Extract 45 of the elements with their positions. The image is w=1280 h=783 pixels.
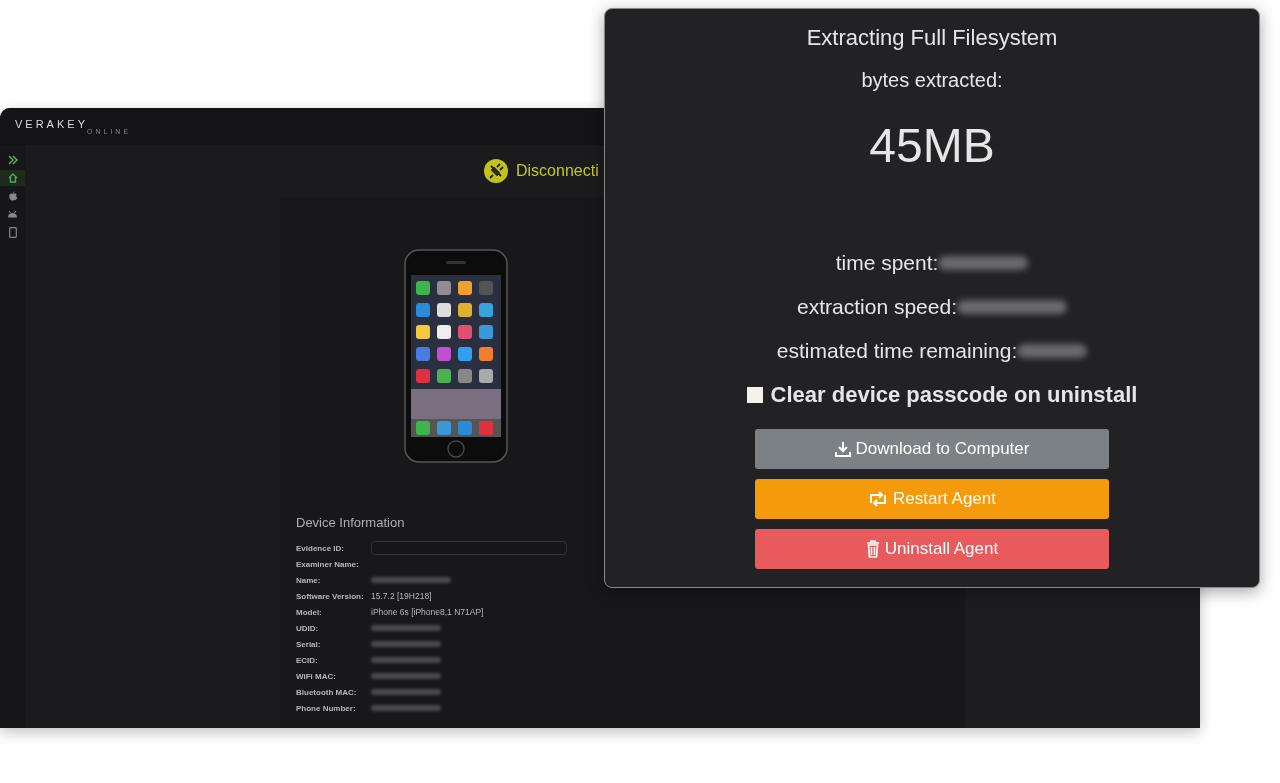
input-field[interactable]	[371, 541, 567, 555]
restart-button[interactable]: Restart Agent	[755, 479, 1109, 519]
bytes-value: 45MB	[869, 118, 995, 174]
redacted-value	[371, 705, 441, 711]
field-label: ECID:	[296, 655, 319, 665]
checkbox[interactable]	[746, 387, 763, 403]
android-icon	[7, 210, 18, 218]
double-chevron-icon	[7, 155, 18, 165]
redacted-value	[371, 657, 441, 663]
connection-status: Disconnecti	[516, 162, 599, 180]
redacted-value	[371, 641, 441, 647]
redacted-value	[1017, 344, 1088, 358]
field-label: Model:	[296, 607, 323, 617]
field-label: Name:	[296, 575, 322, 585]
field-label: Bluetooth MAC:	[296, 687, 358, 697]
download-button[interactable]: Download to Computer	[755, 429, 1109, 469]
field-label: UDID:	[296, 623, 320, 633]
field-label: Serial:	[296, 639, 322, 649]
dialog-title: Extracting Full Filesystem	[806, 24, 1058, 52]
checkbox-label: Clear device passcode on uninstall	[770, 382, 1138, 408]
apple-icon	[7, 191, 18, 201]
logo-text: VERAKEY	[15, 118, 88, 130]
stat-label: extraction speed:	[797, 295, 957, 319]
field-label: Examiner Name:	[296, 559, 360, 569]
stat-label: time spent:	[835, 251, 939, 275]
section-title: Device Information	[296, 515, 406, 530]
bytes-label: bytes extracted:	[861, 68, 1003, 93]
repeat-icon	[868, 491, 888, 507]
stat-label: estimated time remaining:	[776, 339, 1018, 363]
home-icon	[7, 173, 18, 183]
download-icon	[834, 441, 851, 457]
redacted-value	[371, 689, 441, 695]
uninstall-button[interactable]: Uninstall Agent	[755, 529, 1109, 569]
field-value: 15.7.2 [19H218]	[371, 591, 432, 601]
field-label: WiFi MAC:	[296, 671, 337, 681]
field-label: Software Version:	[296, 591, 365, 601]
redacted-value	[371, 673, 441, 679]
field-label: Phone Number:	[296, 703, 357, 713]
phone-icon	[8, 226, 17, 238]
field-label: Evidence ID:	[296, 543, 345, 553]
unplugged-icon	[484, 159, 508, 183]
redacted-value	[371, 625, 441, 631]
field-value: iPhone 6s [iPhone8,1 N71AP]	[371, 607, 484, 617]
trash-icon	[865, 540, 880, 558]
sidebar-home-item[interactable]	[0, 170, 25, 186]
